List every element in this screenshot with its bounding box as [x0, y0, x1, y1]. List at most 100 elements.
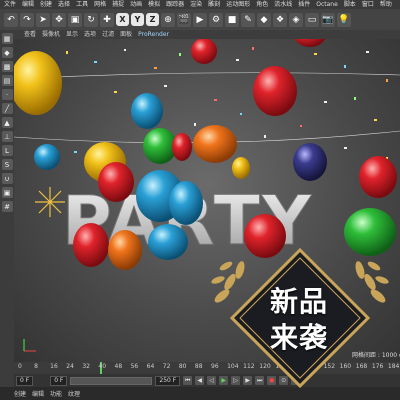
menu-animate[interactable]: 动画 — [130, 0, 142, 9]
menu-select[interactable]: 选择 — [58, 0, 70, 9]
edges-mode-icon[interactable]: ╱ — [1, 103, 13, 114]
badge-line-2: 来袭 — [270, 321, 329, 354]
magnet-icon[interactable]: ∪ — [1, 173, 13, 184]
timeline-tick-label: 48 — [114, 363, 123, 370]
viewport-menu-display[interactable]: 显示 — [66, 30, 78, 39]
array-icon[interactable]: ❖ — [273, 12, 287, 27]
viewport-menu-filter[interactable]: 过滤 — [102, 30, 114, 39]
select-icon[interactable]: ➤ — [36, 12, 50, 27]
timeline-tick-label: 168 — [355, 363, 368, 370]
timeline-ruler[interactable]: 0 8 16 24 32 40 48 56 64 72 80 88 96 104 112 120 128 136 1… — [14, 362, 400, 374]
x-axis-button[interactable]: X — [116, 13, 129, 26]
menu-character[interactable]: 角色 — [256, 0, 268, 9]
menu-window[interactable]: 窗口 — [362, 0, 374, 9]
viewport[interactable]: PARTY — [14, 39, 400, 362]
menu-pipeline[interactable]: 流水线 — [274, 0, 292, 9]
floor-icon[interactable]: ▭ — [305, 12, 319, 27]
menu-mograph[interactable]: 运动图形 — [226, 0, 250, 9]
rotate-icon[interactable]: ↻ — [84, 12, 98, 27]
grid-icon[interactable]: # — [1, 201, 13, 212]
timeline-tick-label: 80 — [178, 363, 187, 370]
recent-tool-icon[interactable]: ✚ — [100, 12, 114, 27]
z-axis-button[interactable]: Z — [146, 13, 159, 26]
sparkle-icon — [35, 187, 65, 217]
record-icon[interactable]: ● — [267, 376, 277, 385]
points-mode-icon[interactable]: · — [1, 89, 13, 100]
undo-icon[interactable]: ↶ — [4, 12, 18, 27]
material-menu-function[interactable]: 功能 — [50, 389, 62, 398]
timeline-tick-label: 32 — [82, 363, 90, 370]
timeline-tick-label: 176 — [371, 363, 384, 370]
prev-key-icon[interactable]: ◀ — [195, 376, 205, 385]
move-icon[interactable]: ✥ — [52, 12, 66, 27]
polygons-mode-icon[interactable]: ▲ — [1, 117, 13, 128]
coordinate-system-icon[interactable]: ⊕ — [161, 12, 175, 27]
axis-mode-icon[interactable]: ⊥ — [1, 131, 13, 142]
viewport-menu: 查看 摄像机 显示 选项 过滤 面板 ProRender — [14, 30, 400, 39]
timeline-tick-label: 40 — [98, 363, 107, 370]
next-frame-icon[interactable]: ▷ — [231, 376, 241, 385]
cube-icon[interactable]: ■ — [225, 12, 239, 27]
next-key-icon[interactable]: ▶ — [243, 376, 253, 385]
menu-sculpt[interactable]: 雕刻 — [208, 0, 220, 9]
menu-snap[interactable]: 捕捉 — [112, 0, 124, 9]
tweak-icon[interactable]: L — [1, 145, 13, 156]
timeline-tick-label: 128 — [275, 363, 287, 370]
keyframe-icon[interactable]: ◆ — [291, 376, 301, 385]
material-menu-texture[interactable]: 纹理 — [68, 389, 80, 398]
play-icon[interactable]: ▶ — [219, 376, 229, 385]
party-scene: PARTY — [14, 39, 400, 359]
go-end-icon[interactable]: ⏭ — [255, 376, 265, 385]
start-frame-field[interactable]: 0 F — [50, 375, 68, 386]
prev-frame-icon[interactable]: ◁ — [207, 376, 217, 385]
menu-render[interactable]: 渲染 — [190, 0, 202, 9]
range-slider[interactable] — [70, 376, 153, 385]
y-axis-button[interactable]: Y — [131, 13, 144, 26]
menu-script[interactable]: 脚本 — [344, 0, 356, 9]
timeline-tick-label: 120 — [259, 363, 271, 370]
menu-tools[interactable]: 工具 — [76, 0, 88, 9]
timeline-tick-label: 64 — [146, 363, 155, 370]
deformer-icon[interactable]: ◈ — [289, 12, 303, 27]
redo-icon[interactable]: ↷ — [20, 12, 34, 27]
render-view-icon[interactable]: 🎬 — [177, 12, 191, 27]
autokey-icon[interactable]: ⊙ — [279, 376, 289, 385]
menu-tracker[interactable]: 跟踪器 — [166, 0, 184, 9]
render-picture-viewer-icon[interactable]: ▶ — [193, 12, 207, 27]
material-menu-edit[interactable]: 编辑 — [32, 389, 44, 398]
viewport-menu-options[interactable]: 选项 — [84, 30, 96, 39]
viewport-menu-cameras[interactable]: 摄像机 — [42, 30, 60, 39]
subdivision-icon[interactable]: ◆ — [257, 12, 271, 27]
menu-create[interactable]: 创建 — [40, 0, 52, 9]
menu-octane[interactable]: Octane — [316, 0, 338, 9]
workplane-icon[interactable]: ▤ — [1, 75, 13, 86]
menu-help[interactable]: 帮助 — [380, 0, 392, 9]
menu-simulate[interactable]: 模拟 — [148, 0, 160, 9]
current-frame-field[interactable]: 0 F — [16, 375, 34, 386]
pen-icon[interactable]: ✎ — [241, 12, 255, 27]
viewport-menu-panel[interactable]: 面板 — [120, 30, 132, 39]
badge-line-1: 新品 — [270, 285, 329, 318]
render-settings-icon[interactable]: ⚙ — [209, 12, 223, 27]
light-icon[interactable]: 💡 — [337, 12, 351, 27]
scale-icon[interactable]: ▣ — [68, 12, 82, 27]
menu-file[interactable]: 文件 — [4, 0, 16, 9]
menu-edit[interactable]: 编辑 — [22, 0, 34, 9]
camera-icon[interactable]: 📷 — [321, 12, 335, 27]
timeline-tick-label: 152 — [323, 363, 336, 370]
material-menu-bar: 创建 编辑 功能 纹理 — [0, 387, 400, 400]
viewport-menu-view[interactable]: 查看 — [24, 30, 36, 39]
texture-mode-icon[interactable]: ▩ — [1, 61, 13, 72]
menu-mesh[interactable]: 网格 — [94, 0, 106, 9]
end-frame-field[interactable]: 250 F — [155, 375, 181, 386]
model-mode-icon[interactable]: ◆ — [1, 47, 13, 58]
viewport-menu-prorender[interactable]: ProRender — [138, 30, 169, 39]
make-editable-icon[interactable]: ▦ — [1, 33, 13, 44]
snap-icon[interactable]: S — [1, 159, 13, 170]
timeline-tick-label: 184 — [387, 363, 400, 370]
go-start-icon[interactable]: ⏮ — [183, 376, 193, 385]
lock-icon[interactable]: ▣ — [1, 187, 13, 198]
playback-bar: 0 F 0 F 250 F ⏮ ◀ ◁ ▶ ▷ ▶ ⏭ ● ⊙ ◆ — [14, 374, 400, 387]
menu-plugins[interactable]: 插件 — [298, 0, 310, 9]
material-menu-create[interactable]: 创建 — [14, 389, 26, 398]
